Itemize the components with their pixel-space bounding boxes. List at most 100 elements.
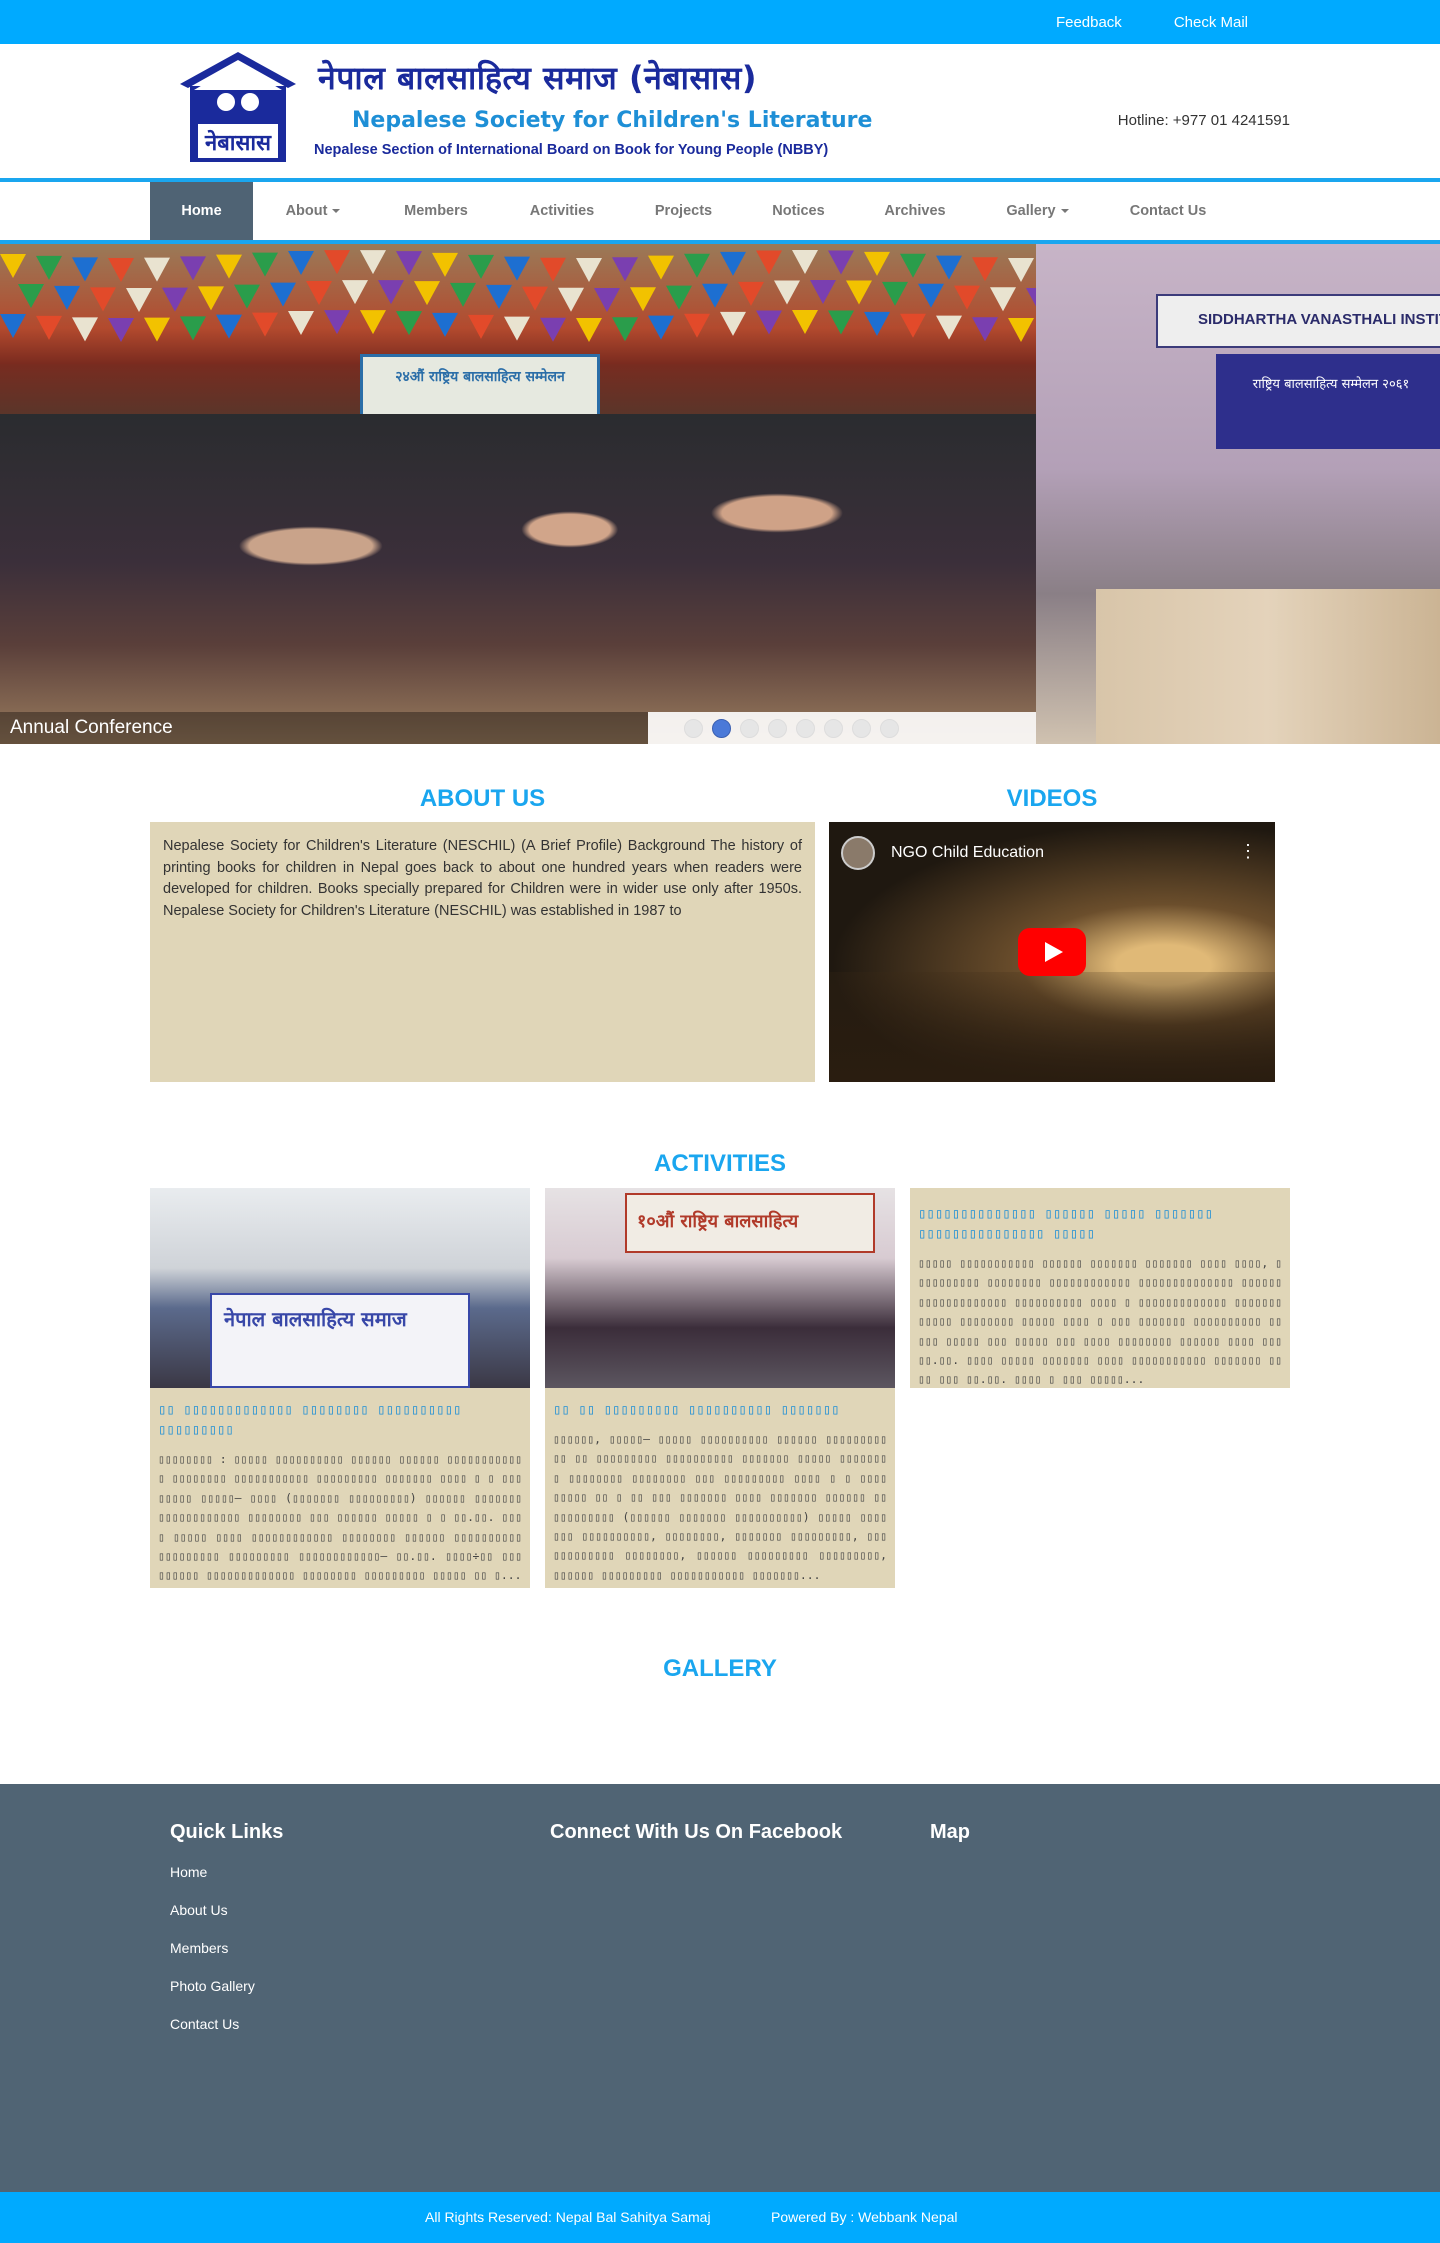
play-button-icon[interactable]	[1018, 928, 1086, 976]
flag-shape	[918, 283, 944, 308]
footer-link-home[interactable]: Home	[170, 1864, 207, 1880]
flag-shape	[684, 313, 710, 338]
activity-body: ▯▯ ▯▯ ▯▯▯▯▯▯▯▯▯ ▯▯▯▯▯▯▯▯▯▯ ▯▯▯▯▯▯▯ ▯▯▯▯▯…	[545, 1388, 895, 1597]
about-box: Nepalese Society for Children's Literatu…	[150, 822, 815, 1082]
slider-dot[interactable]	[880, 719, 899, 738]
videos-title: VIDEOS	[1006, 785, 1098, 812]
site-footer: Quick Links Home About Us Members Photo …	[0, 1784, 1440, 2192]
activity-image[interactable]: नेपाल बालसाहित्य समाज	[150, 1188, 530, 1388]
flag-shape	[864, 311, 890, 336]
flag-shape	[864, 251, 890, 276]
activity-heading[interactable]: ▯▯ ▯▯ ▯▯▯▯▯▯▯▯▯ ▯▯▯▯▯▯▯▯▯▯ ▯▯▯▯▯▯▯	[553, 1400, 887, 1420]
flag-shape	[576, 257, 602, 282]
flag-shape	[288, 310, 314, 335]
activity-card[interactable]: नेपाल बालसाहित्य समाज ▯▯ ▯▯▯▯▯▯▯▯▯▯▯▯▯ ▯…	[150, 1188, 530, 1588]
more-options-icon[interactable]: ⋮	[1239, 842, 1257, 860]
activity-heading[interactable]: ▯▯ ▯▯▯▯▯▯▯▯▯▯▯▯▯ ▯▯▯▯▯▯▯▯ ▯▯▯▯▯▯▯▯▯▯ ▯▯▯…	[158, 1400, 522, 1440]
flag-shape	[324, 310, 350, 335]
about-text: Nepalese Society for Children's Literatu…	[163, 838, 802, 919]
flag-shape	[324, 250, 350, 275]
flag-shape	[738, 281, 764, 306]
flag-shape	[792, 250, 818, 275]
footer-link-members[interactable]: Members	[170, 1940, 228, 1956]
quick-links-list: Home About Us Members Photo Gallery Cont…	[170, 1864, 255, 2054]
activity-heading[interactable]: ▯▯▯▯▯▯▯▯▯▯▯▯▯▯ ▯▯▯▯▯▯ ▯▯▯▯▯ ▯▯▯▯▯▯▯ ▯▯▯▯…	[918, 1204, 1282, 1244]
site-header: नेबासास नेपाल बालसाहित्य समाज (नेबासास) …	[0, 44, 1440, 178]
slider-dot[interactable]	[712, 719, 731, 738]
flag-shape	[432, 252, 458, 277]
slider-dot[interactable]	[796, 719, 815, 738]
flag-shape	[468, 254, 494, 279]
flag-shape	[990, 287, 1016, 312]
flag-shape	[720, 311, 746, 336]
footer-link-gallery[interactable]: Photo Gallery	[170, 1978, 255, 1994]
flag-shape	[396, 251, 422, 276]
slider-dot[interactable]	[768, 719, 787, 738]
flag-shape	[360, 310, 386, 335]
top-bar: Feedback Check Mail	[0, 0, 1440, 44]
nav-item-about[interactable]: About	[253, 182, 373, 240]
slider-dot[interactable]	[684, 719, 703, 738]
site-logo[interactable]: नेबासास नेपाल बालसाहित्य समाज (नेबासास) …	[178, 48, 872, 166]
slider-dot[interactable]	[740, 719, 759, 738]
flag-shape	[198, 286, 224, 311]
video-title[interactable]: NGO Child Education	[891, 844, 1044, 862]
activity-image[interactable]: १०औं राष्ट्रिय बालसाहित्य	[545, 1188, 895, 1388]
bunting-flags	[0, 250, 1036, 342]
hero-slider[interactable]: २४औं राष्ट्रिय बालसाहित्य सम्मेलन SIDDHA…	[0, 244, 1440, 744]
slider-dot[interactable]	[824, 719, 843, 738]
nav-item-activities[interactable]: Activities	[499, 182, 625, 240]
flag-shape	[0, 314, 26, 338]
activity-banner: १०औं राष्ट्रिय बालसाहित्य	[625, 1193, 875, 1253]
flag-shape	[1026, 287, 1036, 307]
nav-item-gallery[interactable]: Gallery	[975, 182, 1100, 240]
nav-item-home[interactable]: Home	[150, 182, 253, 240]
activity-card[interactable]: १०औं राष्ट्रिय बालसाहित्य ▯▯ ▯▯ ▯▯▯▯▯▯▯▯…	[545, 1188, 895, 1588]
activity-body: ▯▯ ▯▯▯▯▯▯▯▯▯▯▯▯▯ ▯▯▯▯▯▯▯▯ ▯▯▯▯▯▯▯▯▯▯ ▯▯▯…	[150, 1388, 530, 1598]
quick-links-title: Quick Links	[170, 1821, 284, 1843]
video-player[interactable]: NGO Child Education ⋮	[829, 822, 1275, 1082]
flag-shape	[720, 251, 746, 276]
hotline-number: Hotline: +977 01 4241591	[1117, 112, 1290, 129]
videos-section: VIDEOS NGO Child Education ⋮	[829, 782, 1275, 1082]
activity-card[interactable]: ▯▯▯▯▯▯▯▯▯▯▯▯▯▯ ▯▯▯▯▯▯ ▯▯▯▯▯ ▯▯▯▯▯▯▯ ▯▯▯▯…	[910, 1188, 1290, 1388]
nav-item-projects[interactable]: Projects	[625, 182, 742, 240]
check-mail-link[interactable]: Check Mail	[1148, 14, 1274, 31]
nav-item-label: Activities	[529, 203, 595, 219]
flag-shape	[612, 257, 638, 282]
flag-shape	[234, 284, 260, 309]
feedback-link[interactable]: Feedback	[1030, 14, 1148, 31]
nav-item-contact-us[interactable]: Contact Us	[1100, 182, 1236, 240]
footer-link-about[interactable]: About Us	[170, 1902, 228, 1918]
flag-shape	[72, 317, 98, 342]
nav-item-label: Home	[181, 203, 222, 219]
nav-item-archives[interactable]: Archives	[855, 182, 975, 240]
caret-down-icon	[1060, 209, 1069, 213]
flag-shape	[684, 253, 710, 278]
flag-shape	[360, 250, 386, 275]
flag-shape	[0, 254, 26, 278]
flag-shape	[774, 280, 800, 305]
group-photo	[0, 414, 1036, 744]
caret-down-icon	[332, 209, 341, 213]
flag-shape	[756, 310, 782, 335]
powered-by-link[interactable]: Powered By : Webbank Nepal	[771, 2209, 958, 2225]
slider-dot[interactable]	[852, 719, 871, 738]
flag-shape	[288, 250, 314, 275]
nav-item-notices[interactable]: Notices	[742, 182, 855, 240]
flag-shape	[450, 282, 476, 307]
nav-item-members[interactable]: Members	[373, 182, 499, 240]
flag-shape	[846, 280, 872, 305]
nav-item-label: Gallery	[1006, 203, 1056, 219]
flag-shape	[900, 253, 926, 278]
flag-shape	[54, 285, 80, 310]
slide-caption-text: Annual Conference	[10, 717, 173, 738]
slider-pagination	[648, 712, 1036, 744]
flag-shape	[540, 317, 566, 342]
flag-shape	[468, 314, 494, 339]
flag-shape	[810, 280, 836, 305]
flag-shape	[936, 315, 962, 340]
channel-avatar[interactable]	[841, 836, 875, 870]
flag-shape	[594, 287, 620, 312]
footer-link-contact[interactable]: Contact Us	[170, 2016, 239, 2032]
